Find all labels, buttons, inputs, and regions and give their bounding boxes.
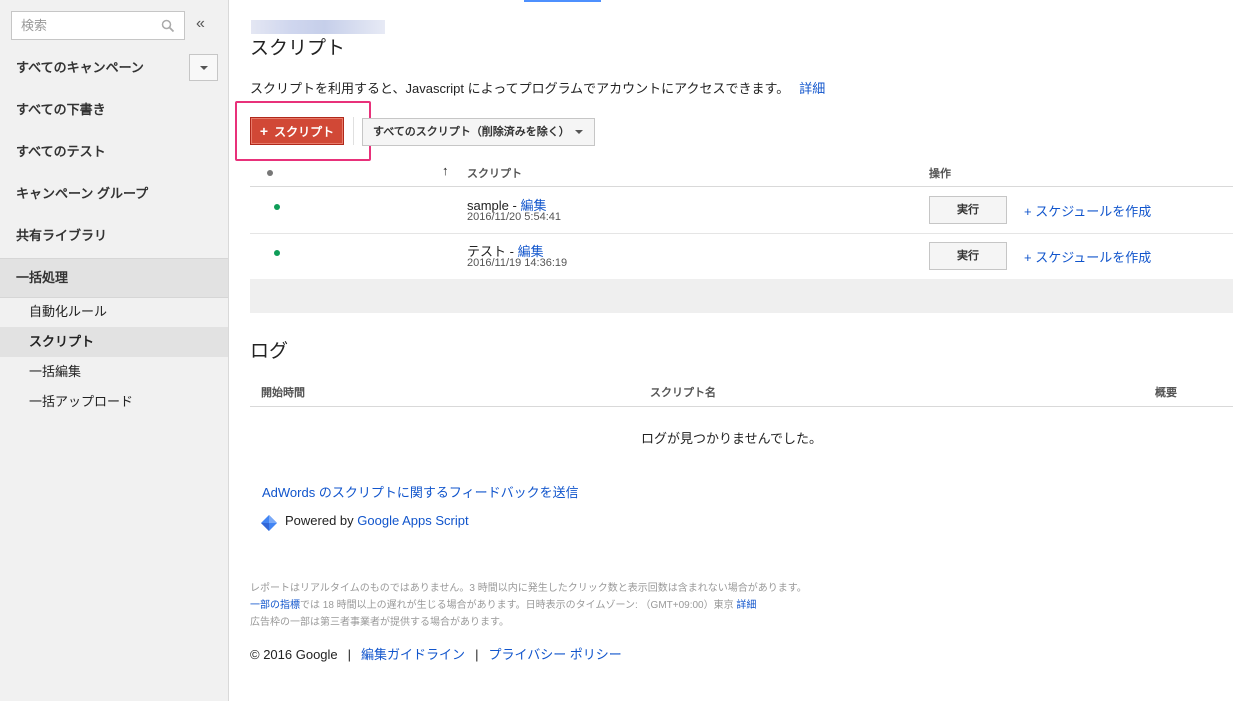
description-text: スクリプトを利用すると、Javascript によってプログラムでアカウントにア… [250, 81, 790, 96]
nav-all-drafts[interactable]: すべての下書き [0, 89, 228, 131]
search-icon[interactable] [161, 19, 175, 33]
nav-shared-library[interactable]: 共有ライブラリ [0, 215, 228, 257]
plus-icon: + [259, 123, 269, 139]
powered-by: Powered by Google Apps Script [260, 513, 469, 531]
run-button[interactable]: 実行 [929, 196, 1007, 224]
footer-separator: | [347, 647, 352, 662]
create-schedule-link[interactable]: + スケジュールを作成 [1024, 201, 1151, 220]
column-header-script[interactable]: スクリプト [467, 165, 522, 181]
apps-script-link[interactable]: Google Apps Script [357, 513, 468, 528]
privacy-policy-link[interactable]: プライバシー ポリシー [488, 647, 621, 662]
status-header-icon[interactable] [267, 170, 273, 176]
add-script-label: スクリプト [274, 125, 335, 139]
powered-by-text: Powered by [285, 513, 358, 528]
toolbar-divider [353, 117, 354, 145]
script-modified-date: 2016/11/19 14:36:19 [467, 257, 568, 269]
details-link[interactable]: 詳細 [799, 81, 825, 96]
nav-bulk-operations[interactable]: 一括処理 [0, 258, 228, 298]
subnav-bulk-uploads[interactable]: 一括アップロード [0, 387, 228, 417]
nav-campaign-groups[interactable]: キャンペーン グループ [0, 173, 228, 215]
subnav-label: 一括編集 [29, 364, 82, 379]
main-content: スクリプト スクリプトを利用すると、Javascript によってプログラムでア… [230, 0, 1233, 701]
page-description: スクリプトを利用すると、Javascript によってプログラムでアカウントにア… [250, 78, 825, 97]
filter-label: すべてのスクリプト（削除済みを除く） [373, 126, 570, 138]
footer-separator: | [475, 647, 479, 662]
disclaimer-line: 広告枠の一部は第三者事業者が提供する場合があります。 [250, 617, 509, 628]
disclaimer: レポートはリアルタイムのものではありません。3 時間以内に発生したクリック数と表… [250, 580, 807, 631]
nav-all-experiments[interactable]: すべてのテスト [0, 131, 228, 173]
campaign-dropdown-button[interactable] [189, 54, 218, 81]
disclaimer-line: レポートはリアルタイムのものではありません。3 時間以内に発生したクリック数と表… [250, 583, 807, 594]
nav-label: 共有ライブラリ [16, 228, 108, 243]
run-button[interactable]: 実行 [929, 242, 1007, 270]
subnav-automated-rules[interactable]: 自動化ルール [0, 297, 228, 327]
nav-label: すべてのキャンペーン [16, 60, 144, 75]
script-modified-date: 2016/11/20 5:54:41 [467, 211, 561, 223]
copyright: © 2016 Google [250, 647, 338, 662]
column-header-script-name: スクリプト名 [650, 387, 716, 399]
page-title: スクリプト [250, 38, 346, 59]
log-table-header: 開始時間 スクリプト名 概要 [250, 378, 1233, 407]
some-metrics-link[interactable]: 一部の指標 [250, 600, 300, 611]
log-section-title: ログ [250, 341, 289, 362]
script-filter-dropdown[interactable]: すべてのスクリプト（削除済みを除く） [362, 118, 595, 146]
nav-label: 一括処理 [16, 270, 69, 285]
log-empty-message: ログが見つかりませんでした。 [641, 431, 822, 446]
table-header: ↑ スクリプト 操作 [250, 158, 1233, 187]
table-row: sample - 編集 2016/11/20 5:54:41 実行 + スケジュ… [250, 187, 1233, 234]
apps-script-icon [261, 515, 277, 531]
table-footer [250, 279, 1233, 313]
tab-indicator [524, 0, 601, 2]
account-name-redacted [251, 20, 385, 34]
status-enabled-icon [274, 204, 280, 210]
subnav-label: 一括アップロード [29, 394, 134, 409]
nav-label: すべてのテスト [16, 144, 106, 159]
footer: © 2016 Google | 編集ガイドライン | プライバシー ポリシー [250, 644, 622, 663]
sort-arrow-icon[interactable]: ↑ [442, 163, 449, 178]
chevron-down-icon [200, 66, 208, 70]
sidebar: « すべてのキャンペーン すべての下書き すべてのテスト キャンペーン グループ… [0, 0, 229, 701]
create-schedule-link[interactable]: + スケジュールを作成 [1024, 247, 1151, 266]
column-header-start-time: 開始時間 [261, 387, 305, 399]
subnav-scripts[interactable]: スクリプト [0, 327, 228, 357]
disclaimer-text: では 18 時間以上の遅れが生じる場合があります。日時表示のタイムゾーン: （G… [300, 600, 737, 611]
search-input[interactable] [12, 12, 161, 39]
column-header-actions: 操作 [929, 168, 951, 180]
search-box[interactable] [11, 11, 185, 40]
collapse-sidebar-icon[interactable]: « [196, 16, 205, 32]
subnav-label: スクリプト [29, 334, 95, 349]
nav-label: すべての下書き [16, 102, 106, 117]
subnav-bulk-edits[interactable]: 一括編集 [0, 357, 228, 387]
add-script-button[interactable]: + スクリプト [250, 117, 344, 145]
subnav-label: 自動化ルール [29, 304, 108, 319]
feedback-link[interactable]: AdWords のスクリプトに関するフィードバックを送信 [262, 482, 579, 501]
column-header-summary: 概要 [1155, 387, 1177, 399]
table-row: テスト - 編集 2016/11/19 14:36:19 実行 + スケジュール… [250, 233, 1233, 280]
status-enabled-icon [274, 250, 280, 256]
disclaimer-line: 一部の指標では 18 時間以上の遅れが生じる場合があります。日時表示のタイムゾー… [250, 597, 807, 614]
editorial-guidelines-link[interactable]: 編集ガイドライン [361, 647, 465, 662]
timezone-details-link[interactable]: 詳細 [736, 600, 756, 611]
chevron-down-icon [575, 130, 583, 134]
nav-label: キャンペーン グループ [16, 186, 149, 201]
